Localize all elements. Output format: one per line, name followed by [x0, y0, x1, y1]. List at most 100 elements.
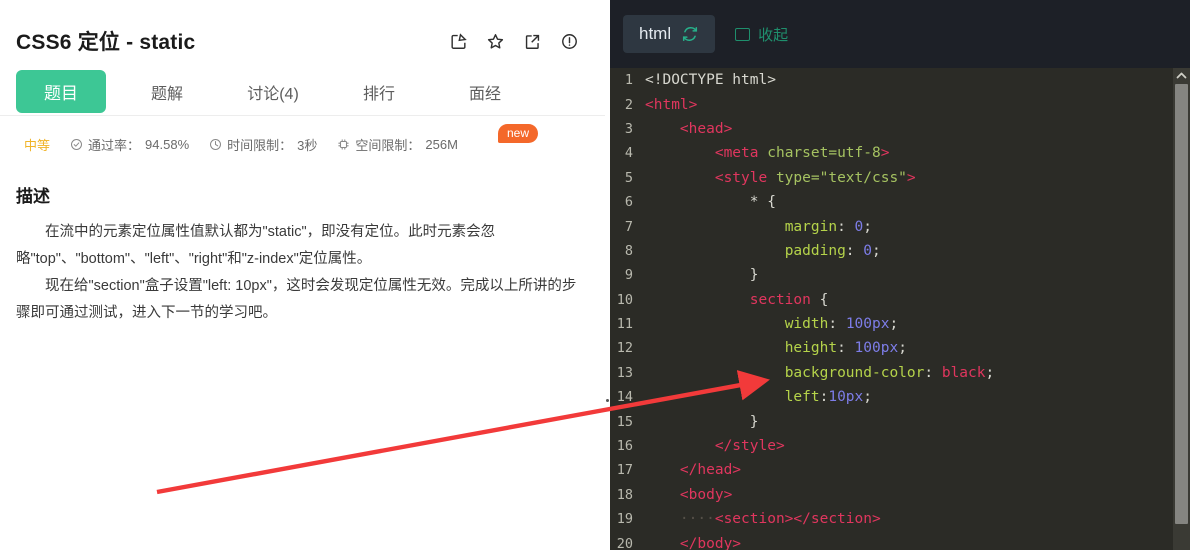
code-line[interactable]: 5 <style type="text/css">	[605, 166, 1190, 190]
code-line[interactable]: 15 }	[605, 409, 1190, 433]
code-text: * {	[749, 194, 776, 211]
code-text: margin: 0;	[784, 218, 873, 235]
code-text: ····<section></section>	[679, 511, 881, 528]
code-line[interactable]: 18 <body>	[605, 483, 1190, 507]
check-circle-icon	[71, 139, 83, 150]
scrollbar-thumb[interactable]	[1175, 84, 1188, 524]
description-heading: 描述	[16, 187, 50, 206]
code-text: width: 100px;	[784, 316, 899, 333]
code-line[interactable]: 1 <!DOCTYPE html>	[605, 68, 1190, 92]
scroll-up-arrow-icon[interactable]	[1173, 68, 1190, 83]
tab-discussion[interactable]: 讨论(4)	[228, 72, 318, 112]
code-line[interactable]: 7 margin: 0;	[605, 214, 1190, 238]
line-number: 11	[616, 316, 633, 333]
code-line[interactable]: 16 </style>	[605, 434, 1190, 458]
difficulty-label: 中等	[24, 138, 51, 153]
edit-icon[interactable]	[449, 32, 468, 51]
line-number: 13	[616, 364, 633, 381]
code-line[interactable]: 20 </body>	[605, 531, 1190, 550]
chip-icon	[338, 139, 350, 150]
line-number: 3	[624, 120, 633, 137]
space-limit-label: 空间限制：	[355, 138, 421, 153]
collapse-button[interactable]: 收起	[729, 18, 794, 51]
code-line[interactable]: 9 }	[605, 263, 1190, 287]
language-tab-label: html	[639, 24, 672, 43]
code-text: left:10px;	[784, 389, 872, 406]
code-text: </head>	[679, 462, 742, 479]
code-editor-content[interactable]: 1 <!DOCTYPE html> 2 <html> 3 <head> 4 <meta c…	[605, 68, 1190, 550]
share-external-icon[interactable]	[523, 32, 542, 51]
pass-rate-value: 94.58%	[145, 137, 190, 152]
code-line[interactable]: 14 left:10px;	[605, 385, 1190, 409]
code-line[interactable]: 19 ····<section></section>	[605, 507, 1190, 531]
line-number: 2	[624, 96, 633, 113]
line-number: 4	[624, 145, 633, 162]
code-text: <meta charset=utf-8>	[714, 145, 890, 162]
code-line[interactable]: 17 </head>	[605, 458, 1190, 482]
code-line[interactable]: 11 width: 100px;	[605, 312, 1190, 336]
code-line[interactable]: 2 <html>	[605, 92, 1190, 116]
problem-workspace: CSS6 定位 - static 题目 题解 讨论(4) 排行 面经 new 中…	[0, 0, 1190, 550]
code-text: <!DOCTYPE html>	[645, 72, 776, 89]
code-line[interactable]: 6 * {	[605, 190, 1190, 214]
star-icon[interactable]	[486, 32, 505, 51]
line-number: 8	[624, 242, 633, 259]
editor-scrollbar[interactable]	[1173, 68, 1190, 550]
problem-tabs: 题目 题解 讨论(4) 排行 面经 new	[0, 68, 605, 143]
description-paragraph-2: 现在给"section"盒子设置"left: 10px"，这时会发现定位属性无效…	[16, 278, 577, 321]
line-number: 16	[616, 438, 633, 455]
editor-toolbar: html 收起	[605, 0, 1190, 68]
tab-html[interactable]: html	[623, 15, 716, 53]
line-number: 17	[616, 462, 633, 479]
space-limit-item: 空间限制： 256M	[337, 135, 458, 154]
line-number: 6	[624, 194, 633, 211]
tab-interview[interactable]: 面经	[440, 72, 530, 112]
line-number: 9	[624, 267, 633, 284]
time-limit-value: 3秒	[297, 138, 318, 153]
code-text: <head>	[679, 120, 733, 137]
code-text: <body>	[679, 486, 733, 503]
code-line[interactable]: 12 height: 100px;	[605, 336, 1190, 360]
pass-rate-item: 通过率： 94.58%	[70, 135, 189, 154]
code-line[interactable]: 4 <meta charset=utf-8>	[605, 141, 1190, 165]
collapse-label: 收起	[758, 26, 789, 44]
tab-solution[interactable]: 题解	[122, 72, 212, 112]
line-number: 10	[616, 291, 633, 308]
line-number: 14	[616, 389, 633, 406]
tab-ranking[interactable]: 排行	[334, 72, 424, 112]
description-paragraph-1: 在流中的元素定位属性值默认都为"static"，即没有定位。此时元素会忽略"to…	[16, 224, 496, 267]
divider-grip-dot	[606, 399, 609, 402]
code-line[interactable]: 3 <head>	[605, 117, 1190, 141]
code-text: </style>	[714, 438, 785, 455]
line-number: 15	[616, 413, 633, 430]
code-line[interactable]: 13 background-color: black;	[605, 361, 1190, 385]
code-text: section {	[749, 291, 829, 308]
divider-grip-dot	[606, 408, 609, 411]
code-line[interactable]: 10 section {	[605, 288, 1190, 312]
square-outline-icon	[735, 27, 751, 41]
code-line[interactable]: 8 padding: 0;	[605, 239, 1190, 263]
clock-icon	[210, 139, 222, 150]
line-number: 20	[616, 535, 633, 550]
line-number: 1	[624, 72, 633, 89]
code-text: background-color: black;	[784, 364, 995, 381]
code-text: <style type="text/css">	[714, 169, 916, 186]
line-number: 12	[616, 340, 633, 357]
problem-header: CSS6 定位 - static	[0, 0, 605, 56]
code-text: height: 100px;	[784, 340, 907, 357]
line-number: 18	[616, 486, 633, 503]
pass-rate-label: 通过率：	[88, 138, 141, 153]
code-text: padding: 0;	[784, 242, 881, 259]
tab-problem[interactable]: 题目	[16, 70, 106, 113]
time-limit-item: 时间限制： 3秒	[209, 135, 317, 154]
code-text: }	[749, 413, 759, 430]
panel-divider[interactable]	[605, 0, 610, 550]
header-action-icons	[449, 32, 583, 51]
code-editor-panel: html 收起 1 <!DOCTYPE html> 2 <html> 3 <head> 4…	[605, 0, 1190, 550]
line-number: 19	[616, 511, 633, 528]
info-circle-icon[interactable]	[560, 32, 579, 51]
refresh-icon[interactable]	[681, 25, 699, 43]
line-number: 5	[624, 169, 633, 186]
problem-panel: CSS6 定位 - static 题目 题解 讨论(4) 排行 面经 new 中…	[0, 0, 605, 550]
code-text: </body>	[679, 535, 742, 550]
